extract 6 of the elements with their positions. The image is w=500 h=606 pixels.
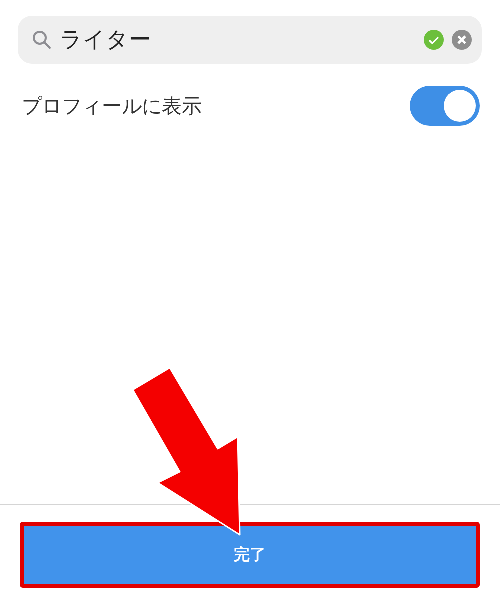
- clear-icon[interactable]: [452, 30, 472, 50]
- search-icon: [32, 30, 52, 50]
- search-field[interactable]: ライター: [18, 16, 482, 64]
- setting-label: プロフィールに表示: [22, 92, 202, 120]
- toggle-switch[interactable]: [410, 86, 480, 126]
- search-input[interactable]: ライター: [60, 28, 416, 52]
